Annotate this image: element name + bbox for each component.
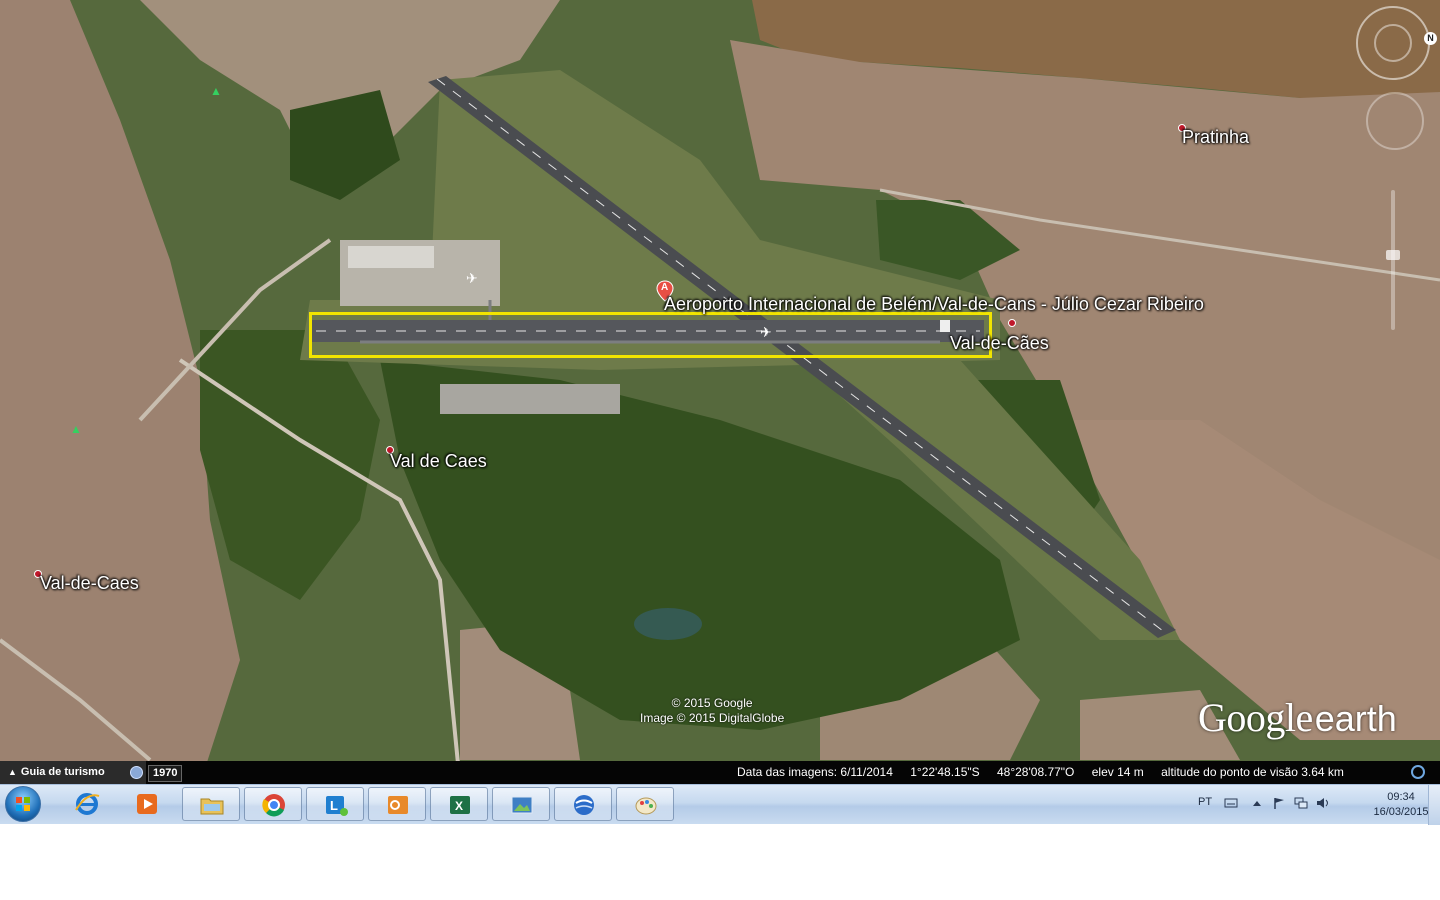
google-earth-logo: Googleearth xyxy=(1198,695,1397,740)
navigation-look-control[interactable] xyxy=(1356,6,1430,80)
svg-text:X: X xyxy=(455,799,463,813)
historical-imagery-year[interactable]: 1970 xyxy=(148,765,183,782)
airport-label[interactable]: Aeroporto Internacional de Belém/Val-de-… xyxy=(664,294,1204,315)
google-earth-icon xyxy=(574,795,594,815)
pratinha-label[interactable]: Pratinha xyxy=(1182,127,1249,148)
eye-altitude: altitude do ponto de visão 3.64 km xyxy=(1161,765,1344,779)
val-de-caes-east-dot[interactable] xyxy=(1008,319,1016,327)
taskbar-windows-explorer[interactable] xyxy=(182,787,240,821)
longitude: 48°28'08.77"O xyxy=(996,765,1075,779)
move-control[interactable] xyxy=(1366,92,1424,150)
taskbar-lync[interactable]: L xyxy=(306,787,364,821)
imagery-copyright: © 2015 Google Image © 2015 DigitalGlobe xyxy=(640,696,784,726)
zoom-slider-handle[interactable] xyxy=(1386,250,1400,260)
imagery-date: Data das imagens: 6/11/2014 xyxy=(737,765,893,779)
windows-taskbar: L X PT 09:34 16/03/2015 xyxy=(0,784,1440,825)
outlook-icon xyxy=(388,796,408,814)
lync-icon: L xyxy=(326,796,348,816)
runway-highlight-box xyxy=(309,312,992,358)
taskbar-photo-viewer[interactable] xyxy=(492,787,550,821)
taskbar-internet-explorer[interactable] xyxy=(58,787,116,821)
taskbar-outlook[interactable] xyxy=(368,787,426,821)
val-de-caes-east-label[interactable]: Val-de-Cães xyxy=(950,333,1049,354)
latitude: 1°22'48.15"S xyxy=(910,765,980,779)
paint-icon xyxy=(635,797,657,815)
placemark-letter: A xyxy=(661,282,669,293)
internet-explorer-icon xyxy=(75,793,100,815)
earth-status-bar: ▲ Guia de turismo 1970 Data das imagens: … xyxy=(0,761,1440,784)
excel-icon: X xyxy=(450,796,470,814)
elevation: elev 14 m xyxy=(1091,765,1144,779)
show-desktop-button[interactable] xyxy=(1428,785,1440,825)
tour-guide-button[interactable]: ▲ Guia de turismo xyxy=(0,761,146,784)
taskbar-media-player[interactable] xyxy=(118,787,176,821)
map-viewport[interactable]: A Aeroporto Internacional de Belém/Val-d… xyxy=(0,0,1440,784)
media-player-icon xyxy=(137,794,157,814)
taskbar-excel[interactable]: X xyxy=(430,787,488,821)
airport-icon[interactable]: ✈ xyxy=(466,270,478,287)
park-icon[interactable]: ▲ xyxy=(70,422,82,436)
historical-imagery-clock-icon[interactable] xyxy=(130,766,143,779)
windows-logo-icon xyxy=(16,797,30,811)
network-icon[interactable] xyxy=(1294,797,1308,809)
start-button[interactable] xyxy=(5,786,41,822)
park-icon[interactable]: ▲ xyxy=(210,84,222,98)
taskbar-paint[interactable] xyxy=(616,787,674,821)
status-info: Data das imagens: 6/11/2014 1°22'48.15"S… xyxy=(737,761,1358,784)
satellite-imagery xyxy=(0,0,1440,784)
streaming-status-icon xyxy=(1411,765,1425,779)
chrome-icon xyxy=(262,794,285,817)
north-up-button[interactable]: N xyxy=(1424,32,1437,45)
zoom-slider[interactable] xyxy=(1391,190,1395,330)
val-de-caes-center-label[interactable]: Val de Caes xyxy=(390,451,487,472)
copyright-google: © 2015 Google xyxy=(671,696,753,710)
taskbar-chrome[interactable] xyxy=(244,787,302,821)
language-indicator[interactable]: PT xyxy=(1198,796,1212,808)
svg-text:L: L xyxy=(330,798,338,813)
volume-icon[interactable] xyxy=(1316,797,1330,809)
photo-viewer-icon xyxy=(511,796,533,814)
airport-icon[interactable]: ✈ xyxy=(760,324,772,341)
keyboard-icon[interactable] xyxy=(1224,797,1238,809)
show-hidden-icons-icon[interactable] xyxy=(1250,797,1264,809)
folder-icon xyxy=(200,798,224,815)
val-de-caes-west-label[interactable]: Val-de-Caes xyxy=(40,573,139,594)
system-tray: PT 09:34 16/03/2015 xyxy=(1180,785,1440,825)
action-center-flag-icon[interactable] xyxy=(1272,797,1286,809)
copyright-digitalglobe: Image © 2015 DigitalGlobe xyxy=(640,711,785,725)
expand-up-icon: ▲ xyxy=(8,767,17,777)
taskbar-google-earth[interactable] xyxy=(554,787,612,821)
